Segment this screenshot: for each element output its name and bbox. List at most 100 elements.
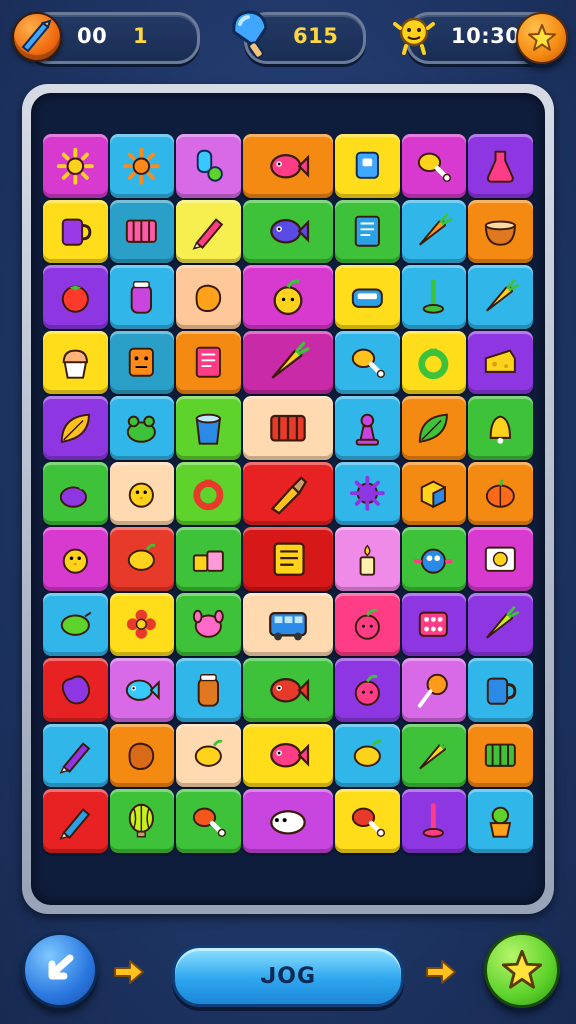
bell-icon	[489, 415, 511, 444]
tile-flask[interactable]	[468, 134, 533, 198]
tile-fish[interactable]	[243, 658, 333, 722]
tile-apple[interactable]	[335, 658, 400, 722]
tomato-icon	[61, 285, 89, 313]
block-icon	[129, 347, 155, 377]
tile-blocks[interactable]	[176, 527, 241, 591]
tile-jar[interactable]	[109, 265, 174, 329]
tile-crate[interactable]	[243, 396, 333, 460]
tile-pin[interactable]	[401, 265, 466, 329]
tile-lime[interactable]	[43, 592, 108, 656]
tile-potato[interactable]	[109, 723, 174, 787]
brush-icon	[270, 476, 308, 515]
tile-fish[interactable]	[109, 658, 174, 722]
tile-sun[interactable]	[43, 134, 108, 198]
tile-potato[interactable]	[176, 265, 241, 329]
tile-carrot[interactable]	[243, 330, 333, 394]
tile-pumpkin[interactable]	[468, 461, 533, 525]
tile-flower[interactable]	[109, 592, 174, 656]
eggplant-icon	[59, 481, 93, 508]
tile-book[interactable]	[335, 199, 400, 263]
tile-crayon[interactable]	[43, 723, 108, 787]
tile-crayon[interactable]	[176, 199, 241, 263]
tile-block[interactable]	[109, 330, 174, 394]
tile-pin[interactable]	[401, 789, 466, 853]
star-button[interactable]	[484, 932, 560, 1008]
tile-drumstick[interactable]	[335, 789, 400, 853]
tile-drumstick[interactable]	[401, 134, 466, 198]
tile-chick[interactable]	[43, 527, 108, 591]
tile-virus[interactable]	[335, 461, 400, 525]
back-button[interactable]	[22, 932, 98, 1008]
tile-candle[interactable]	[335, 527, 400, 591]
gummy-icon	[196, 149, 223, 182]
tile-crate[interactable]	[468, 723, 533, 787]
fish-icon	[270, 219, 310, 244]
tile-frog[interactable]	[109, 396, 174, 460]
tile-bus[interactable]	[243, 592, 333, 656]
tile-chick[interactable]	[109, 461, 174, 525]
tile-card[interactable]	[468, 527, 533, 591]
tile-crate[interactable]	[109, 199, 174, 263]
tile-ring[interactable]	[176, 461, 241, 525]
tile-fish[interactable]	[243, 723, 333, 787]
tile-jar[interactable]	[176, 658, 241, 722]
chick-icon	[129, 482, 155, 508]
tile-leaf[interactable]	[401, 396, 466, 460]
tile-pawn[interactable]	[335, 396, 400, 460]
tile-cup[interactable]	[468, 658, 533, 722]
potato-icon	[195, 284, 222, 312]
tile-lollipop[interactable]	[401, 658, 466, 722]
tile-fish[interactable]	[243, 199, 333, 263]
drumstick-icon	[351, 807, 385, 837]
tile-robot[interactable]	[401, 527, 466, 591]
tile-carrot[interactable]	[401, 199, 466, 263]
tile-cupcake[interactable]	[43, 330, 108, 394]
tile-sheep[interactable]	[243, 789, 333, 853]
play-button[interactable]: ᒍOG	[172, 945, 404, 1007]
tile-dice[interactable]	[401, 592, 466, 656]
tile-fish[interactable]	[243, 134, 333, 198]
popsicle-icon	[228, 8, 274, 62]
tile-lemon[interactable]	[335, 723, 400, 787]
tile-drumstick[interactable]	[176, 789, 241, 853]
tile-apple[interactable]	[243, 265, 333, 329]
tile-ring[interactable]	[401, 330, 466, 394]
tile-cheese[interactable]	[468, 330, 533, 394]
tile-tomato[interactable]	[43, 265, 108, 329]
tile-leaf[interactable]	[43, 396, 108, 460]
tile-gummy[interactable]	[176, 134, 241, 198]
lollipop-icon	[418, 673, 449, 708]
tile-carrot[interactable]	[468, 592, 533, 656]
tile-tray[interactable]	[335, 265, 400, 329]
arrow-right-icon	[426, 960, 456, 984]
tile-brush[interactable]	[243, 461, 333, 525]
tile-box[interactable]	[335, 134, 400, 198]
tile-bucket[interactable]	[176, 396, 241, 460]
crayon-icon	[192, 218, 224, 250]
apple-icon	[273, 279, 303, 315]
brush-icon	[10, 10, 62, 62]
tile-cup[interactable]	[43, 199, 108, 263]
tile-balloon[interactable]	[109, 789, 174, 853]
tile-book[interactable]	[176, 330, 241, 394]
tile-dog[interactable]	[176, 592, 241, 656]
tile-drumstick[interactable]	[335, 330, 400, 394]
tile-carrot[interactable]	[468, 265, 533, 329]
tile-bowl[interactable]	[468, 199, 533, 263]
tile-lemon[interactable]	[176, 723, 241, 787]
tile-bell[interactable]	[468, 396, 533, 460]
star-badge-button[interactable]	[516, 12, 568, 64]
tile-eggplant[interactable]	[43, 461, 108, 525]
tile-plant[interactable]	[468, 789, 533, 853]
tile-lemon[interactable]	[109, 527, 174, 591]
tile-blob[interactable]	[43, 658, 108, 722]
tile-cube[interactable]	[401, 461, 466, 525]
tile-apple[interactable]	[335, 592, 400, 656]
star-icon	[528, 24, 556, 51]
tile-sun[interactable]	[109, 134, 174, 198]
tile-crayon[interactable]	[43, 789, 108, 853]
pin-icon	[423, 802, 445, 838]
tile-notes[interactable]	[243, 527, 333, 591]
tile-carrot[interactable]	[401, 723, 466, 787]
bus-icon	[269, 612, 307, 641]
